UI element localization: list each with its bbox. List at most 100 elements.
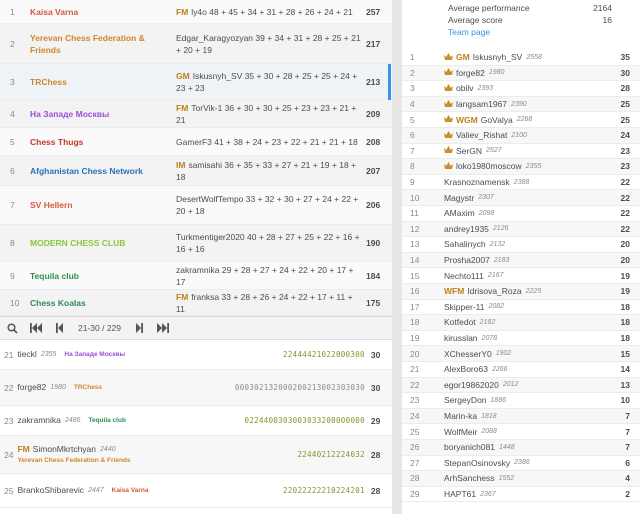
roster-row[interactable]: 11 AMaxim 2098 22 bbox=[402, 206, 640, 222]
roster-player-link[interactable]: HAPT61 bbox=[444, 489, 476, 499]
team-leader-link[interactable]: Turkmentiger2020 bbox=[176, 232, 245, 242]
team-row[interactable]: 9 Tequila club zakramnika 29 + 28 + 27 + 2… bbox=[0, 262, 392, 290]
player-name-link[interactable]: tieckl bbox=[17, 349, 36, 360]
team-leader-link[interactable]: franksa bbox=[191, 292, 219, 302]
player-team-link[interactable]: Yerevan Chess Federation & Friends bbox=[17, 455, 130, 466]
team-leader-link[interactable]: DesertWolfTempo bbox=[176, 194, 243, 204]
player-name-link[interactable]: zakramnika bbox=[17, 415, 60, 426]
player-team-link[interactable]: TRChess bbox=[74, 382, 102, 393]
roster-row[interactable]: 7 SerGN 2527 23 bbox=[402, 144, 640, 160]
roster-player-link[interactable]: Nechto111 bbox=[444, 271, 484, 281]
roster-player-link[interactable]: WolfMeir bbox=[444, 427, 477, 437]
team-row[interactable]: 7 SV Hellern DesertWolfTempo 33 + 32 + 30 … bbox=[0, 186, 392, 225]
roster-player-link[interactable]: Prosha2007 bbox=[444, 255, 490, 265]
roster-player-link[interactable]: Idrisova_Roza bbox=[467, 286, 521, 296]
team-page-link[interactable]: Team page bbox=[448, 27, 490, 37]
player-name-link[interactable]: SimonMkrtchyan bbox=[33, 444, 96, 455]
team-name-link[interactable]: SV Hellern bbox=[30, 199, 176, 211]
team-row[interactable]: 10 Chess Koalas FM franksa 33 + 28 + 26 + 2… bbox=[0, 290, 392, 316]
roster-row[interactable]: 6 Valiev_Rishat 2100 24 bbox=[402, 128, 640, 144]
roster-player-link[interactable]: AlexBoro63 bbox=[444, 364, 488, 374]
roster-player-link[interactable]: boryanich081 bbox=[444, 442, 495, 452]
player-name-link[interactable]: forge82 bbox=[17, 382, 46, 393]
roster-row[interactable]: 3 obilv 2393 28 bbox=[402, 81, 640, 97]
player-name-link[interactable]: BrankoShibarevic bbox=[17, 485, 84, 496]
scrollbar-indicator[interactable] bbox=[388, 64, 391, 100]
pane-divider[interactable] bbox=[392, 0, 402, 514]
roster-row[interactable]: 29 HAPT61 2367 2 bbox=[402, 487, 640, 503]
team-row[interactable]: 6 Afghanistan Chess Network IM samisahi 36 … bbox=[0, 156, 392, 186]
team-row[interactable]: 5 Chess Thugs GamerF3 41 + 38 + 24 + 23 + … bbox=[0, 128, 392, 156]
team-row[interactable]: 8 MODERN CHESS CLUB Turkmentiger2020 40 + … bbox=[0, 225, 392, 262]
roster-player-link[interactable]: ArhSanchess bbox=[444, 473, 495, 483]
roster-row[interactable]: 21 AlexBoro63 2266 14 bbox=[402, 362, 640, 378]
roster-row[interactable]: 26 boryanich081 1448 7 bbox=[402, 440, 640, 456]
roster-player-link[interactable]: XChesserY0 bbox=[444, 349, 492, 359]
roster-row[interactable]: 5 WGM GoValya 2268 25 bbox=[402, 112, 640, 128]
roster-player-link[interactable]: StepanOsinovsky bbox=[444, 458, 510, 468]
team-row[interactable]: 4 На Западе Москвы FM TorVik-1 36 + 30 + 30… bbox=[0, 100, 392, 128]
roster-player-link[interactable]: Valiev_Rishat bbox=[456, 130, 507, 140]
roster-player-link[interactable]: Marin-ka bbox=[444, 411, 477, 421]
team-leader-link[interactable]: Iskusnyh_SV bbox=[193, 71, 243, 81]
roster-row[interactable]: 23 SergeyDon 1886 10 bbox=[402, 393, 640, 409]
roster-row[interactable]: 14 Prosha2007 2183 20 bbox=[402, 252, 640, 269]
team-name-link[interactable]: Afghanistan Chess Network bbox=[30, 165, 176, 177]
search-icon[interactable] bbox=[0, 317, 24, 339]
roster-player-link[interactable]: andrey1935 bbox=[444, 224, 489, 234]
roster-row[interactable]: 24 Marin-ka 1818 7 bbox=[402, 408, 640, 425]
team-name-link[interactable]: Chess Koalas bbox=[30, 297, 176, 309]
roster-row[interactable]: 15 Nechto111 2167 19 bbox=[402, 268, 640, 284]
roster-row[interactable]: 10 Magystr 2307 22 bbox=[402, 190, 640, 206]
player-row[interactable]: 22 forge82 1980 TRChess 00030213200020021300… bbox=[0, 370, 392, 406]
roster-player-link[interactable]: egor19862020 bbox=[444, 380, 499, 390]
roster-player-link[interactable]: Iskusnyh_SV bbox=[473, 52, 523, 62]
roster-player-link[interactable]: Kotfedot bbox=[444, 317, 476, 327]
roster-row[interactable]: 4 langsam1967 2390 25 bbox=[402, 96, 640, 113]
roster-player-link[interactable]: kirusslan bbox=[444, 333, 478, 343]
roster-player-link[interactable]: Krasnoznamensk bbox=[444, 177, 510, 187]
roster-row[interactable]: 18 Kotfedot 2182 18 bbox=[402, 315, 640, 331]
roster-row[interactable]: 17 Skipper-11 2082 18 bbox=[402, 300, 640, 316]
team-leader-link[interactable]: zakramnika bbox=[176, 265, 219, 275]
roster-player-link[interactable]: SerGN bbox=[456, 146, 482, 156]
roster-player-link[interactable]: loko1980moscow bbox=[456, 161, 522, 171]
team-name-link[interactable]: Tequila club bbox=[30, 270, 176, 282]
roster-player-link[interactable]: langsam1967 bbox=[456, 99, 507, 109]
roster-player-link[interactable]: obilv bbox=[456, 83, 473, 93]
roster-row[interactable]: 28 ArhSanchess 1552 4 bbox=[402, 471, 640, 487]
roster-player-link[interactable]: forge82 bbox=[456, 68, 485, 78]
player-row[interactable]: 24 FM SimonMkrtchyan 2440 Yerevan Chess Fede… bbox=[0, 436, 392, 474]
team-leader-link[interactable]: TorVik-1 bbox=[191, 103, 222, 113]
roster-row[interactable]: 9 Krasnoznamensk 2388 22 bbox=[402, 175, 640, 191]
team-leader-link[interactable]: GamerF3 bbox=[176, 137, 212, 147]
player-row[interactable]: 21 tieckl 2355 На Западе Москвы 224444210220… bbox=[0, 340, 392, 370]
team-leader-link[interactable]: samisahi bbox=[188, 160, 222, 170]
roster-row[interactable]: 16 WFM Idrisova_Roza 2225 19 bbox=[402, 284, 640, 300]
team-name-link[interactable]: TRChess bbox=[30, 76, 176, 88]
roster-row[interactable]: 19 kirusslan 2078 18 bbox=[402, 331, 640, 347]
team-row[interactable]: 2 Yerevan Chess Federation & Friends Edgar… bbox=[0, 24, 392, 64]
roster-row[interactable]: 13 Sahalinych 2132 20 bbox=[402, 237, 640, 253]
team-row[interactable]: 3 TRChess GM Iskusnyh_SV 35 + 30 + 28 + 25 … bbox=[0, 64, 392, 100]
team-leader-link[interactable]: Edgar_Karagyozyan bbox=[176, 33, 253, 43]
roster-row[interactable]: 25 WolfMeir 2088 7 bbox=[402, 424, 640, 440]
roster-row[interactable]: 27 StepanOsinovsky 2386 6 bbox=[402, 456, 640, 472]
roster-player-link[interactable]: Skipper-11 bbox=[444, 302, 484, 312]
next-page-icon[interactable] bbox=[127, 317, 151, 339]
team-name-link[interactable]: MODERN CHESS CLUB bbox=[30, 237, 176, 249]
team-name-link[interactable]: Chess Thugs bbox=[30, 136, 176, 148]
team-leader-link[interactable]: ly4o bbox=[191, 7, 207, 17]
roster-player-link[interactable]: SergeyDon bbox=[444, 395, 487, 405]
team-row[interactable]: 1 Kaisa Varna FM ly4o 48 + 45 + 34 + 31 + 2… bbox=[0, 0, 392, 24]
team-name-link[interactable]: На Западе Москвы bbox=[30, 108, 176, 120]
last-page-icon[interactable] bbox=[151, 317, 175, 339]
roster-row[interactable]: 8 loko1980moscow 2355 23 bbox=[402, 159, 640, 175]
roster-row[interactable]: 22 egor19862020 2012 13 bbox=[402, 377, 640, 394]
player-team-link[interactable]: На Западе Москвы bbox=[64, 349, 125, 360]
roster-player-link[interactable]: Magystr bbox=[444, 193, 474, 203]
player-row[interactable]: 23 zakramnika 2486 Tequila club 022440030300… bbox=[0, 406, 392, 436]
roster-player-link[interactable]: Sahalinych bbox=[444, 239, 486, 249]
roster-player-link[interactable]: AMaxim bbox=[444, 208, 475, 218]
prev-page-icon[interactable] bbox=[48, 317, 72, 339]
